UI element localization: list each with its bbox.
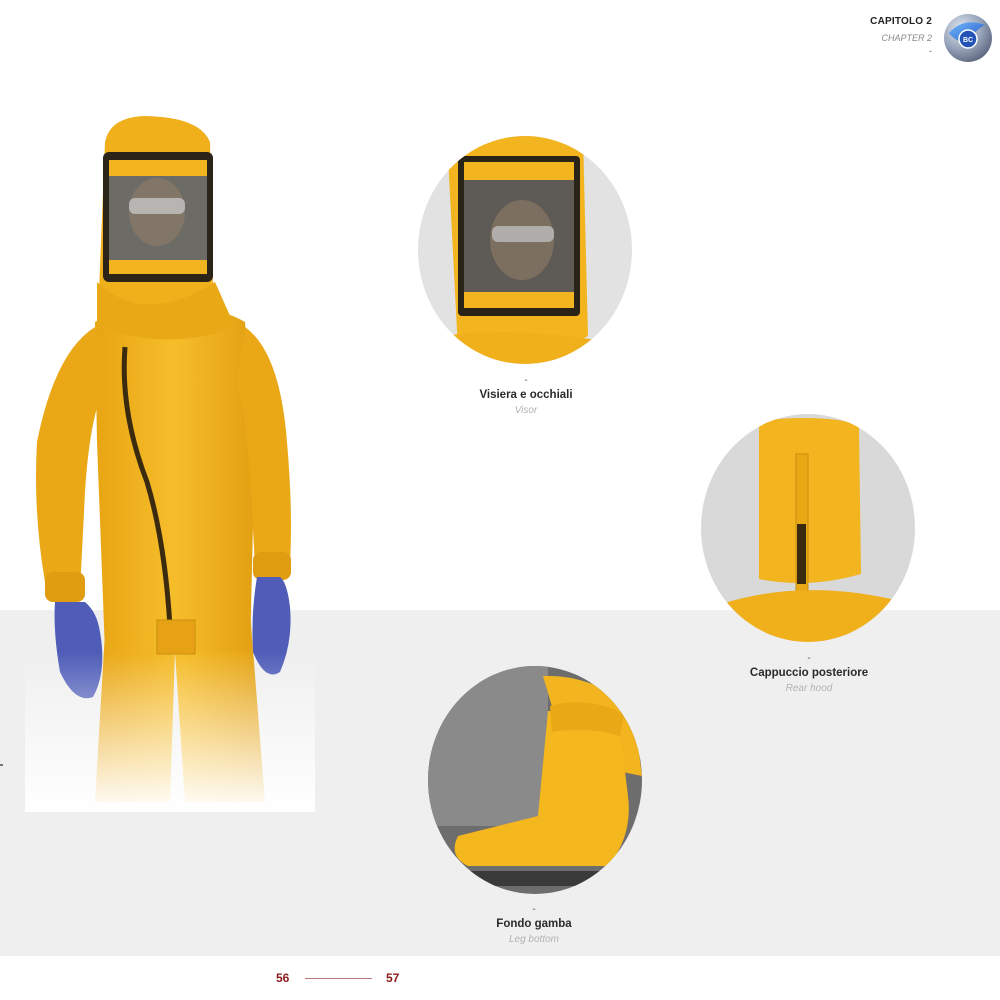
caption-dash: -: [807, 653, 811, 664]
rear-hood-detail-photo: [701, 414, 915, 642]
chapter-heading: CAPITOLO 2 CHAPTER 2 -: [870, 17, 932, 56]
protective-suit-image: [25, 112, 315, 812]
leg-bottom-detail-photo: [428, 666, 642, 894]
page-number-divider: [305, 978, 372, 979]
page-number-right: 57: [386, 971, 400, 985]
visor-caption: - Visiera e occhiali Visor: [416, 376, 636, 416]
caption-title-en: Visor: [514, 404, 538, 416]
caption-title-en: Leg bottom: [508, 933, 560, 945]
caption-dash: -: [532, 904, 536, 915]
caption-title-it: Cappuccio posteriore: [749, 667, 869, 679]
leg-bottom-caption: - Fondo gamba Leg bottom: [424, 905, 644, 945]
chapter-label-it: CAPITOLO 2: [870, 16, 932, 27]
edge-mark: [0, 764, 3, 766]
page-number-left: 56: [276, 971, 290, 985]
visor-detail-photo: [418, 136, 632, 364]
footer-band: [0, 956, 1000, 1000]
logo-text: BC: [963, 37, 973, 44]
caption-dash: -: [524, 375, 528, 386]
caption-title-en: Rear hood: [785, 682, 833, 694]
chapter-dash: -: [929, 46, 932, 56]
caption-title-it: Fondo gamba: [496, 918, 572, 930]
company-logo-icon: BC: [943, 13, 993, 63]
rear-hood-caption: - Cappuccio posteriore Rear hood: [699, 654, 919, 694]
chapter-label-en: CHAPTER 2: [881, 33, 932, 43]
caption-title-it: Visiera e occhiali: [479, 389, 573, 401]
